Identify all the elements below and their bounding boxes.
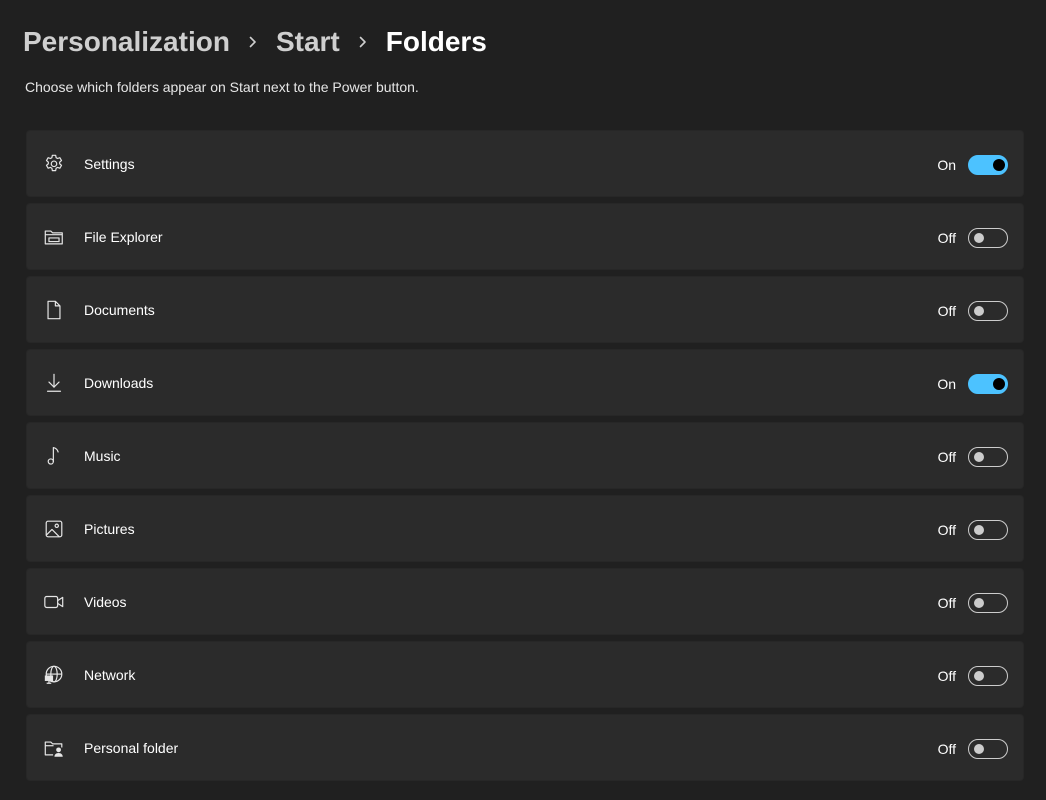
personal-folder-toggle-group: Off xyxy=(935,715,1008,782)
toggle-state-label: On xyxy=(937,156,956,173)
download-icon xyxy=(43,372,65,394)
breadcrumb-start[interactable]: Start xyxy=(276,26,340,58)
music-toggle[interactable] xyxy=(968,446,1008,467)
chevron-right-icon xyxy=(230,22,276,62)
folder-label: Music xyxy=(84,448,121,464)
folder-row-personal-folder: Personal folder Off xyxy=(26,714,1024,781)
toggle-state-label: On xyxy=(937,375,956,392)
folder-label: File Explorer xyxy=(84,229,163,245)
folder-row-downloads: Downloads On xyxy=(26,349,1024,416)
downloads-toggle-group: On xyxy=(935,350,1008,417)
videos-toggle[interactable] xyxy=(968,592,1008,613)
folder-row-network: Network Off xyxy=(26,641,1024,708)
toggle-knob xyxy=(974,451,984,462)
folder-label: Personal folder xyxy=(84,740,179,756)
folder-label: Settings xyxy=(84,156,135,172)
document-icon xyxy=(43,299,65,321)
picture-icon xyxy=(43,518,65,540)
toggle-state-label: Off xyxy=(937,667,956,684)
personal-folder-icon xyxy=(43,737,65,759)
gear-icon xyxy=(43,153,65,175)
folder-row-file-explorer: File Explorer Off xyxy=(26,203,1024,270)
toggle-state-label: Off xyxy=(937,302,956,319)
file-explorer-toggle[interactable] xyxy=(968,227,1008,248)
toggle-state-label: Off xyxy=(937,521,956,538)
toggle-state-label: Off xyxy=(937,594,956,611)
toggle-knob xyxy=(974,670,984,681)
page-description: Choose which folders appear on Start nex… xyxy=(25,79,419,95)
personal-folder-toggle[interactable] xyxy=(968,738,1008,759)
videos-toggle-group: Off xyxy=(935,569,1008,636)
folder-label: Downloads xyxy=(84,375,154,391)
breadcrumb: Personalization Start Folders xyxy=(23,22,487,62)
toggle-knob xyxy=(993,158,1005,171)
folder-label: Documents xyxy=(84,302,155,318)
file-explorer-toggle-group: Off xyxy=(935,204,1008,271)
toggle-state-label: Off xyxy=(937,448,956,465)
folder-label: Network xyxy=(84,667,136,683)
toggle-state-label: Off xyxy=(937,229,956,246)
music-note-icon xyxy=(43,445,65,467)
pictures-toggle-group: Off xyxy=(935,496,1008,563)
toggle-state-label: Off xyxy=(937,740,956,757)
toggle-knob xyxy=(974,743,984,754)
folder-label: Videos xyxy=(84,594,127,610)
toggle-knob xyxy=(993,377,1005,390)
toggle-knob xyxy=(974,232,984,243)
network-toggle-group: Off xyxy=(935,642,1008,709)
folder-row-videos: Videos Off xyxy=(26,568,1024,635)
breadcrumb-personalization[interactable]: Personalization xyxy=(23,26,230,58)
folder-row-music: Music Off xyxy=(26,422,1024,489)
folder-row-documents: Documents Off xyxy=(26,276,1024,343)
toggle-knob xyxy=(974,305,984,316)
documents-toggle-group: Off xyxy=(935,277,1008,344)
settings-toggle-group: On xyxy=(935,131,1008,198)
settings-page: Personalization Start Folders Choose whi… xyxy=(0,0,1046,800)
page-title: Folders xyxy=(385,26,487,57)
folder-label: Pictures xyxy=(84,521,135,537)
documents-toggle[interactable] xyxy=(968,300,1008,321)
downloads-toggle[interactable] xyxy=(968,373,1008,394)
toggle-knob xyxy=(974,524,984,535)
network-globe-icon xyxy=(43,664,65,686)
folders-list: Settings On File Explorer Off Documents … xyxy=(26,130,1024,787)
network-toggle[interactable] xyxy=(968,665,1008,686)
video-camera-icon xyxy=(43,591,65,613)
folder-icon xyxy=(43,226,65,248)
chevron-right-icon xyxy=(340,22,386,62)
toggle-knob xyxy=(974,597,984,608)
settings-toggle[interactable] xyxy=(968,154,1008,175)
pictures-toggle[interactable] xyxy=(968,519,1008,540)
music-toggle-group: Off xyxy=(935,423,1008,490)
folder-row-settings: Settings On xyxy=(26,130,1024,197)
folder-row-pictures: Pictures Off xyxy=(26,495,1024,562)
